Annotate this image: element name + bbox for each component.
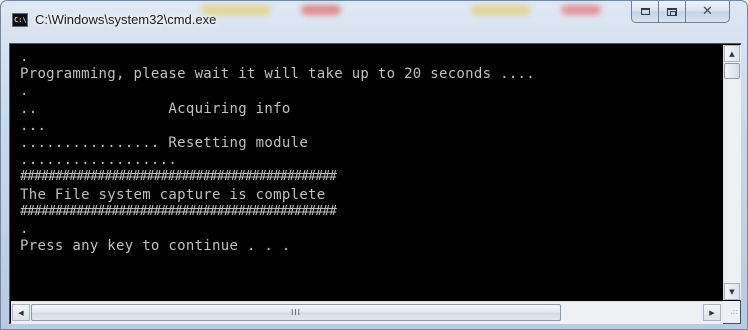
window-title: C:\Windows\system32\cmd.exe xyxy=(35,12,217,27)
console-line: . xyxy=(20,49,29,65)
console-line: Press any key to continue . . . xyxy=(20,238,291,255)
chevron-right-icon: ▶ xyxy=(709,308,715,317)
console-window: C:\ C:\Windows\system32\cmd.exe ✕ . Prog… xyxy=(0,0,748,330)
console-line: The File system capture is complete xyxy=(20,186,326,203)
scroll-right-button[interactable]: ▶ xyxy=(703,304,721,321)
scroll-left-button[interactable]: ◀ xyxy=(12,304,30,321)
resize-grip-icon: .:: xyxy=(730,307,738,316)
title-bar[interactable]: C:\ C:\Windows\system32\cmd.exe ✕ xyxy=(1,1,747,43)
console-line: . xyxy=(20,220,29,237)
resize-grip[interactable]: .:: xyxy=(723,301,740,323)
maximize-icon xyxy=(667,7,677,16)
horizontal-scrollbar[interactable]: ◀ III ▶ xyxy=(11,301,723,324)
console-line: .. Acquiring info xyxy=(20,100,291,117)
minimize-icon xyxy=(640,8,650,15)
minimize-button[interactable] xyxy=(631,1,659,23)
chevron-down-icon: ▼ xyxy=(729,287,735,296)
horizontal-scroll-thumb[interactable]: III xyxy=(31,304,561,321)
close-icon: ✕ xyxy=(702,4,713,19)
console-output[interactable]: . Programming, please wait it will take … xyxy=(11,45,722,300)
chevron-up-icon: ▲ xyxy=(729,49,735,58)
vertical-scroll-thumb[interactable] xyxy=(724,63,740,79)
console-line: ########################################… xyxy=(20,169,337,185)
chevron-left-icon: ◀ xyxy=(18,308,24,317)
maximize-button[interactable] xyxy=(659,1,686,23)
console-line: ................ Resetting module xyxy=(20,134,309,151)
cmd-app-icon-text: C:\ xyxy=(14,16,27,24)
scroll-up-button[interactable]: ▲ xyxy=(724,45,740,62)
thumb-grip-icon: III xyxy=(290,308,302,317)
console-area[interactable]: . Programming, please wait it will take … xyxy=(9,43,741,324)
scroll-down-button[interactable]: ▼ xyxy=(724,283,740,300)
console-line: Programming, please wait it will take up… xyxy=(20,66,535,83)
console-line: . xyxy=(20,83,29,100)
console-line: .................. xyxy=(20,152,178,169)
console-line: ########################################… xyxy=(20,203,337,219)
cmd-app-icon[interactable]: C:\ xyxy=(12,13,28,27)
close-button[interactable]: ✕ xyxy=(686,1,730,23)
console-line: ... xyxy=(20,117,47,134)
vertical-scrollbar[interactable]: ▲ ▼ xyxy=(723,45,741,300)
